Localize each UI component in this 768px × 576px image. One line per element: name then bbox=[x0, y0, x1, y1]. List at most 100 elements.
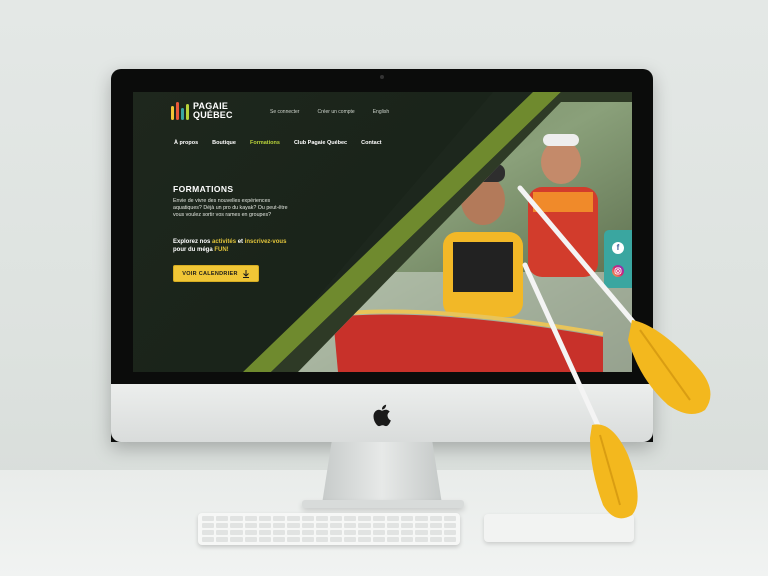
logo-text: PAGAIE QUÉBEC bbox=[193, 102, 233, 120]
keyboard-key bbox=[429, 516, 442, 521]
download-arrow-icon bbox=[242, 269, 249, 278]
main-nav: À propos Boutique Formations Club Pagaie… bbox=[174, 140, 382, 146]
keyboard-key bbox=[358, 530, 371, 535]
keyboard-key bbox=[230, 516, 243, 521]
imac-stand-base bbox=[302, 500, 464, 508]
keyboard-key bbox=[301, 523, 314, 528]
keyboard-key bbox=[287, 516, 300, 521]
nav-item-boutique[interactable]: Boutique bbox=[212, 140, 236, 146]
keyboard-key bbox=[301, 537, 314, 542]
keyboard-key bbox=[415, 537, 428, 542]
keyboard-key bbox=[372, 530, 385, 535]
keyboard-key bbox=[273, 516, 286, 521]
keyboard-key bbox=[330, 530, 343, 535]
signup-link[interactable]: Créer un compte bbox=[317, 109, 354, 115]
keyboard-key bbox=[401, 537, 414, 542]
keyboard-key bbox=[273, 530, 286, 535]
webcam bbox=[380, 75, 384, 79]
keyboard-key bbox=[301, 516, 314, 521]
website-screen: PAGAIE QUÉBEC Se connecter Créer un comp… bbox=[133, 92, 632, 372]
keyboard-key bbox=[287, 537, 300, 542]
cta-fun: FUN! bbox=[214, 247, 229, 253]
keyboard-key bbox=[202, 516, 215, 521]
keyboard-key bbox=[344, 530, 357, 535]
keyboard-key bbox=[315, 537, 328, 542]
keyboard-key bbox=[216, 516, 229, 521]
keyboard-key bbox=[386, 516, 400, 521]
keyboard-key bbox=[330, 516, 343, 521]
keyboard-key bbox=[244, 516, 257, 521]
keyboard-key bbox=[344, 516, 357, 521]
imac-stand bbox=[322, 442, 442, 504]
keyboard-key bbox=[273, 523, 286, 528]
keyboard-key bbox=[401, 530, 414, 535]
keyboard-key bbox=[202, 537, 215, 542]
nav-item-club[interactable]: Club Pagaie Québec bbox=[294, 140, 347, 146]
keyboard-key bbox=[287, 530, 300, 535]
activities-link[interactable]: activités bbox=[212, 239, 236, 245]
trackpad bbox=[484, 514, 634, 542]
keyboard-key bbox=[372, 516, 385, 521]
keyboard-key bbox=[415, 530, 428, 535]
facebook-icon[interactable]: f bbox=[612, 241, 624, 254]
site-logo[interactable]: PAGAIE QUÉBEC bbox=[171, 102, 233, 120]
keyboard-key bbox=[230, 537, 243, 542]
keyboard-key bbox=[244, 523, 257, 528]
keyboard-key bbox=[273, 537, 286, 542]
logo-line2: QUÉBEC bbox=[193, 110, 233, 120]
nav-item-contact[interactable]: Contact bbox=[361, 140, 381, 146]
keyboard-key bbox=[287, 523, 300, 528]
keyboard bbox=[198, 513, 460, 545]
keyboard-key bbox=[216, 523, 229, 528]
keyboard-key bbox=[372, 523, 385, 528]
keyboard-key bbox=[230, 530, 243, 535]
keyboard-key bbox=[330, 537, 343, 542]
view-calendar-label: VOIR CALENDRIER bbox=[182, 270, 238, 277]
keyboard-key bbox=[358, 516, 371, 521]
keyboard-key bbox=[443, 516, 456, 521]
keyboard-key bbox=[372, 537, 385, 542]
top-links: Se connecter Créer un compte English bbox=[270, 109, 389, 115]
nav-item-a-propos[interactable]: À propos bbox=[174, 140, 198, 146]
keyboard-key bbox=[216, 537, 229, 542]
keyboard-key bbox=[330, 523, 343, 528]
keyboard-key bbox=[344, 537, 357, 542]
keyboard-key bbox=[401, 523, 414, 528]
canoe-photo bbox=[298, 102, 632, 372]
view-calendar-button[interactable]: VOIR CALENDRIER bbox=[173, 265, 259, 282]
keyboard-key bbox=[202, 530, 215, 535]
language-link[interactable]: English bbox=[373, 109, 389, 115]
logo-paddles-icon bbox=[171, 102, 189, 120]
instagram-icon[interactable] bbox=[612, 264, 624, 277]
keyboard-key bbox=[258, 530, 272, 535]
keyboard-key bbox=[202, 523, 215, 528]
hero-description: Envie de vivre des nouvelles expériences… bbox=[173, 198, 288, 218]
keyboard-key bbox=[415, 516, 428, 521]
cta-mid: et bbox=[237, 239, 244, 245]
hero-cta-text: Explorez nos activités et inscrivez-vous… bbox=[173, 238, 293, 254]
keyboard-key bbox=[443, 530, 456, 535]
keyboard-key bbox=[344, 523, 357, 528]
register-link[interactable]: inscrivez-vous bbox=[245, 239, 287, 245]
keyboard-key bbox=[386, 523, 400, 528]
keyboard-key bbox=[429, 523, 442, 528]
keyboard-key bbox=[258, 537, 272, 542]
keyboard-key bbox=[315, 523, 328, 528]
hero-title: FORMATIONS bbox=[173, 184, 234, 194]
keyboard-key bbox=[443, 537, 456, 542]
nav-item-formations[interactable]: Formations bbox=[250, 140, 280, 146]
keyboard-key bbox=[358, 537, 371, 542]
keyboard-key bbox=[358, 523, 371, 528]
keyboard-key bbox=[386, 530, 400, 535]
login-link[interactable]: Se connecter bbox=[270, 109, 299, 115]
keyboard-key bbox=[258, 516, 272, 521]
keyboard-key bbox=[216, 530, 229, 535]
keyboard-key bbox=[301, 530, 314, 535]
keyboard-key bbox=[401, 516, 414, 521]
keyboard-key bbox=[315, 530, 328, 535]
keyboard-key bbox=[258, 523, 272, 528]
keyboard-key bbox=[443, 523, 456, 528]
social-sidebar: f bbox=[604, 230, 632, 288]
apple-logo-icon bbox=[373, 404, 391, 427]
keyboard-key bbox=[386, 537, 400, 542]
